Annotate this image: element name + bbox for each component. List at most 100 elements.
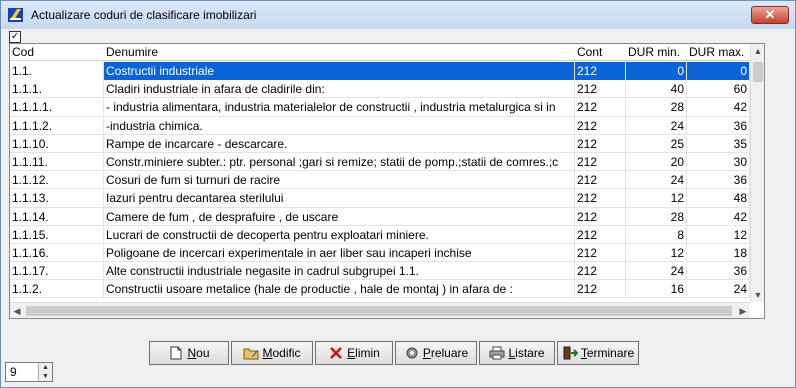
cell-denumire: Cladiri industriale in afara de cladiril… — [104, 80, 575, 99]
column-header-denumire[interactable]: Denumire — [104, 45, 574, 61]
table-row[interactable]: 1.1.2. Constructii usoare metalice (hale … — [10, 280, 750, 299]
cell-cod: 1.1. — [10, 62, 104, 80]
cell-cod: 1.1.1.1. — [10, 98, 104, 117]
table-row[interactable]: 1.1.15. Lucrari de constructii de decoper… — [10, 225, 750, 244]
table-row[interactable]: 1.1.11. Constr.miniere subter.: ptr. pers… — [10, 152, 750, 172]
spinner-value: 9 — [10, 365, 17, 379]
modific-label: odific — [272, 346, 301, 360]
cell-cont: 212 — [575, 80, 626, 99]
cell-dur-min: 12 — [626, 243, 687, 262]
window-title: Actualizare coduri de clasificare imobil… — [31, 8, 257, 22]
vertical-scroll-thumb[interactable] — [753, 62, 763, 82]
cell-dur-max: 36 — [687, 262, 750, 281]
scroll-right-icon[interactable]: ▶ — [736, 304, 750, 318]
elimin-accel: E — [347, 346, 356, 360]
new-document-icon — [168, 346, 184, 360]
table-row[interactable]: 1.1. Costructii industriale 212 0 0 — [10, 62, 750, 81]
table-row[interactable]: 1.1.13. Iazuri pentru decantarea sterilul… — [10, 189, 750, 208]
cell-cont: 212 — [575, 243, 626, 262]
cell-cont: 212 — [575, 152, 626, 171]
table-row[interactable]: 1.1.1. Cladiri industriale in afara de cl… — [10, 80, 750, 99]
cell-dur-min: 8 — [626, 225, 687, 244]
vertical-scrollbar[interactable]: ▲ ▼ — [750, 44, 764, 302]
modific-accel: M — [262, 346, 273, 360]
cell-denumire: Poligoane de incercari experimentale in … — [104, 243, 575, 262]
cell-denumire: Rampe de incarcare - descarcare. — [104, 134, 575, 153]
grid-rows: 1.1. Costructii industriale 212 0 0 1.1.1. Cla… — [10, 62, 750, 299]
cell-cont: 212 — [575, 134, 626, 153]
edit-folder-icon — [243, 346, 259, 360]
terminare-label: erminare — [586, 346, 635, 360]
column-header-dur-max[interactable]: DUR max. — [687, 45, 749, 61]
select-checkbox[interactable]: ✓ — [9, 31, 21, 43]
cell-dur-max: 24 — [687, 280, 750, 299]
cell-cont: 212 — [575, 98, 626, 117]
cell-cont: 212 — [575, 262, 626, 281]
table-row[interactable]: 1.1.16. Poligoane de incercari experiment… — [10, 243, 750, 263]
preluare-accel: P — [422, 346, 431, 360]
cell-dur-max: 35 — [687, 134, 750, 153]
cell-cod: 1.1.16. — [10, 243, 104, 262]
cell-cont: 212 — [575, 225, 626, 244]
column-header-dur-min[interactable]: DUR min. — [626, 45, 686, 61]
cell-cont: 212 — [575, 62, 626, 80]
cell-dur-max: 36 — [687, 116, 750, 135]
cell-dur-min: 24 — [626, 171, 687, 190]
exit-door-icon — [562, 346, 578, 360]
table-row[interactable]: 1.1.1.1. - industria alimentara, industri… — [10, 98, 750, 117]
horizontal-scrollbar[interactable]: ◀ ▶ — [10, 302, 750, 318]
cell-dur-min: 40 — [626, 80, 687, 99]
title-bar[interactable]: Actualizare coduri de clasificare imobil… — [1, 1, 795, 29]
column-header-cont[interactable]: Cont — [575, 45, 625, 61]
close-button[interactable]: ✕ — [751, 6, 789, 24]
elimin-button[interactable]: Elimin — [315, 341, 393, 365]
button-bar: Nou Modific Elimin Preluare Listare Term… — [149, 341, 639, 365]
cell-dur-max: 12 — [687, 225, 750, 244]
table-row[interactable]: 1.1.10. Rampe de incarcare - descarcare. 2… — [10, 134, 750, 153]
gear-icon — [404, 346, 420, 360]
cell-cod: 1.1.11. — [10, 152, 104, 171]
scroll-down-icon[interactable]: ▼ — [751, 288, 764, 302]
nou-button[interactable]: Nou — [149, 341, 229, 365]
table-row[interactable]: 1.1.14. Camere de fum , de desprafuire , … — [10, 207, 750, 226]
terminare-button[interactable]: Terminare — [557, 341, 639, 365]
cell-denumire: Cosuri de fum si turnuri de racire — [104, 171, 575, 190]
grid-header: Cod Denumire Cont DUR min. DUR max. — [10, 44, 764, 61]
table-row[interactable]: 1.1.1.2. -industria chimica. 212 24 36 — [10, 116, 750, 135]
cell-dur-max: 60 — [687, 80, 750, 99]
cell-cod: 1.1.17. — [10, 262, 104, 281]
scroll-left-icon[interactable]: ◀ — [10, 304, 24, 318]
scroll-up-icon[interactable]: ▲ — [751, 44, 764, 58]
cell-cont: 212 — [575, 207, 626, 226]
listare-button[interactable]: Listare — [479, 341, 555, 365]
data-grid[interactable]: Cod Denumire Cont DUR min. DUR max. 1.1.… — [9, 43, 765, 319]
cell-denumire: Constr.miniere subter.: ptr. personal ;g… — [104, 152, 575, 171]
nou-label: ou — [196, 346, 210, 360]
app-icon — [7, 6, 25, 24]
cell-cont: 212 — [575, 171, 626, 190]
cell-dur-min: 24 — [626, 116, 687, 135]
cell-dur-max: 0 — [687, 62, 750, 80]
cell-dur-min: 12 — [626, 189, 687, 208]
column-header-cod[interactable]: Cod — [10, 45, 90, 61]
table-row[interactable]: 1.1.17. Alte constructii industriale nega… — [10, 262, 750, 281]
cell-dur-max: 18 — [687, 243, 750, 262]
cell-dur-max: 30 — [687, 152, 750, 171]
cell-dur-max: 42 — [687, 207, 750, 226]
horizontal-scroll-thumb[interactable] — [26, 306, 732, 316]
cell-denumire: Alte constructii industriale negasite in… — [104, 262, 575, 281]
spinner-down-icon[interactable]: ▼ — [39, 372, 52, 381]
preluare-button[interactable]: Preluare — [395, 341, 477, 365]
cell-cod: 1.1.13. — [10, 189, 104, 208]
table-row[interactable]: 1.1.12. Cosuri de fum si turnuri de racir… — [10, 171, 750, 190]
preluare-label: reluare — [430, 346, 469, 360]
cell-dur-min: 28 — [626, 98, 687, 117]
modific-button[interactable]: Modific — [231, 341, 313, 365]
cell-dur-min: 25 — [626, 134, 687, 153]
cell-dur-max: 48 — [687, 189, 750, 208]
nou-accel: N — [187, 346, 197, 360]
row-count-spinner[interactable]: 9 ▲ ▼ — [5, 362, 53, 382]
cell-denumire: Lucrari de constructii de decoperta pent… — [104, 225, 575, 244]
cell-dur-min: 0 — [626, 62, 687, 80]
spinner-up-icon[interactable]: ▲ — [39, 363, 52, 372]
